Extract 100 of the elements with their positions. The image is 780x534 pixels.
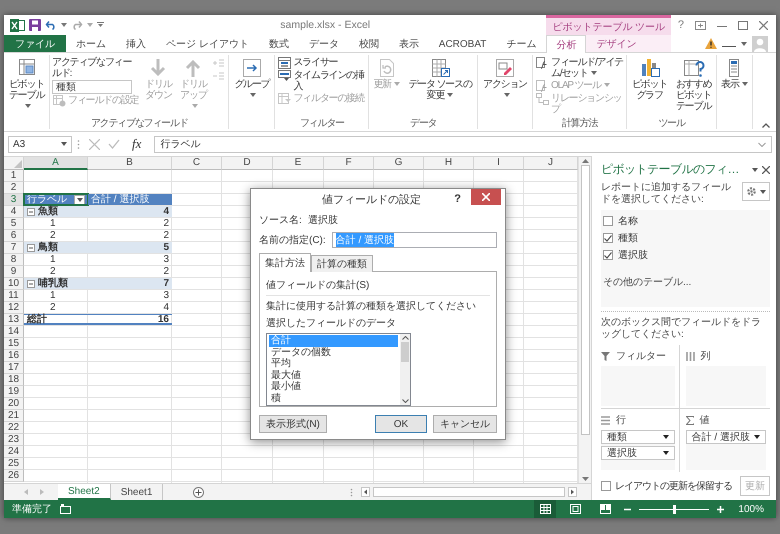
zoom-level[interactable]: 100% [738,504,776,514]
row-number[interactable]: 25 [4,458,24,470]
row-number[interactable]: 14 [4,326,24,338]
sheet-tab[interactable]: Sheet2 [58,484,111,500]
column-header[interactable]: F [324,157,374,170]
more-tables-link[interactable]: その他のテーブル... [603,275,768,289]
function-option[interactable]: データの個数 [269,346,398,358]
ribbon-tab[interactable]: 校閲 [348,35,389,52]
ribbon-button[interactable]: タイムラインの挿入 [277,70,366,92]
column-header[interactable]: I [474,157,524,170]
row-number[interactable]: 18 [4,374,24,386]
dialog-title: 値フィールドの設定 [321,192,422,206]
field-chip[interactable]: 種類 [601,430,675,444]
row-number[interactable]: 24 [4,446,24,458]
ribbon-button[interactable]: アクション [480,57,530,102]
name-box[interactable]: A3 [8,136,72,152]
function-option[interactable]: 平均 [269,358,398,370]
dialog-button[interactable]: キャンセル [433,415,497,433]
ribbon-button[interactable]: データ ソースの変更 [405,57,476,102]
ribbon-tab[interactable]: ホーム [66,35,116,52]
field-name[interactable]: 選択肢 [618,248,648,262]
source-label: ソース名: [259,214,302,227]
help-button[interactable]: ? [678,19,684,31]
ribbon-tab[interactable]: ファイル [4,35,66,52]
ribbon-button[interactable]: フィールド/アイテム/セット [535,57,624,79]
ribbon-tab[interactable]: 挿入 [116,35,156,52]
field-name[interactable]: 名称 [618,214,638,228]
function-option[interactable]: 最小値 [269,381,398,392]
field-caption: アクティブなフィールド: [52,57,133,79]
dialog-button[interactable]: OK [375,415,427,433]
dialog-tab[interactable]: 計算の種類 [311,255,373,272]
row-number[interactable]: 15 [4,338,24,350]
ribbon-tab[interactable]: 分析 [546,35,586,53]
pivot-row-label: 鳥類 [38,242,58,253]
row-number[interactable]: 10 [4,278,24,290]
ribbon-button[interactable]: ピボットテーブル [6,57,47,113]
status-text: 準備完了 [12,502,52,516]
ribbon-tab[interactable]: デザイン [586,35,646,52]
ribbon-tab[interactable]: 数式 [258,35,299,52]
row-number[interactable]: 5 [4,218,24,230]
row-number[interactable]: 4 [4,206,24,218]
area-label: 値 [700,414,710,427]
row-number[interactable]: 22 [4,422,24,434]
row-number[interactable]: 1 [4,170,24,182]
field-chip[interactable]: 合計 / 選択肢 [686,430,766,444]
ribbon-tab[interactable]: ACROBAT [428,35,496,52]
group-label: フィルター [298,118,346,129]
insert-function-button[interactable]: fx [128,136,146,152]
row-number[interactable]: 2 [4,182,24,194]
ribbon-tab[interactable]: ページ レイアウト [156,35,259,52]
column-header[interactable]: D [222,157,273,170]
ribbon-button[interactable]: おすすめピボットテーブル [673,57,714,113]
row-number[interactable]: 7 [4,242,24,254]
drag-instruction: 次のボックス間でフィールドをドラッグしてください: [601,311,770,341]
dialog-tab[interactable]: 集計方法 [259,253,311,272]
column-header[interactable]: A [24,157,88,170]
column-header[interactable]: G [374,157,424,170]
function-list[interactable]: 合計 データの個数 平均 最大値 最小値 積 [266,333,411,406]
row-number[interactable]: 9 [4,266,24,278]
section-title: 値フィールドの集計(S) [266,278,490,296]
ribbon-button[interactable]: ピボットグラフ [629,57,670,102]
column-header[interactable]: C [172,157,222,170]
row-number[interactable]: 3 [4,194,24,206]
pivot-header-label: 行ラベル [27,194,67,205]
function-option[interactable]: 最大値 [269,370,398,381]
row-number[interactable]: 11 [4,290,24,302]
column-header[interactable]: J [524,157,578,170]
ribbon-button[interactable]: 表示 [719,57,750,91]
dialog-button[interactable]: 表示形式(N) [259,415,327,433]
pivot-value: 7 [88,278,172,289]
row-number[interactable]: 21 [4,410,24,422]
field-name[interactable]: 種類 [618,231,638,245]
row-number[interactable]: 20 [4,398,24,410]
pivot-value: 4 [88,206,172,217]
function-option[interactable]: 積 [269,392,398,404]
pivot-row-label: 2 [49,230,57,241]
ribbon-tab[interactable]: データ [298,35,349,52]
contextual-tab-label: ピボットテーブル ツール [546,15,672,35]
row-number[interactable]: 12 [4,302,24,314]
row-number[interactable]: 6 [4,230,24,242]
field-chip[interactable]: 選択肢 [601,446,675,460]
row-number[interactable]: 8 [4,254,24,266]
row-number[interactable]: 26 [4,470,24,482]
ribbon-button[interactable]: スライサー [277,57,366,69]
ribbon-tab[interactable]: チーム [496,35,546,52]
row-number[interactable]: 17 [4,362,24,374]
ribbon-tab[interactable]: 表示 [388,35,429,52]
row-number[interactable]: 19 [4,386,24,398]
row-number[interactable]: 23 [4,434,24,446]
help-button[interactable]: ? [454,193,461,205]
active-field-input[interactable]: 種類 [52,80,132,94]
column-header[interactable]: E [273,157,324,170]
column-header[interactable]: H [424,157,474,170]
row-number[interactable]: 16 [4,350,24,362]
ribbon-button[interactable]: グループ [231,57,272,102]
pivot-value: 3 [162,254,170,265]
column-header[interactable]: B [88,157,172,170]
row-number[interactable]: 13 [4,314,24,326]
formula-input[interactable]: 行ラベル [154,136,772,152]
group-label: アクティブなフィールド [90,118,189,129]
